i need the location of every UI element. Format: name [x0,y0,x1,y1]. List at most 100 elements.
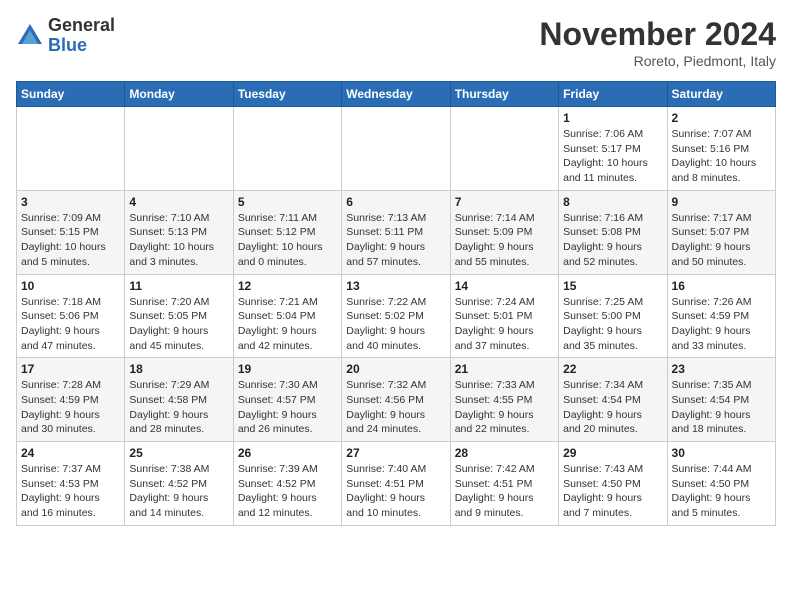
day-number: 14 [455,279,554,293]
week-row-3: 10 Sunrise: 7:18 AM Sunset: 5:06 PM Dayli… [17,274,776,358]
day-number: 29 [563,446,662,460]
day-number: 16 [672,279,771,293]
day-info: Sunrise: 7:39 AM Sunset: 4:52 PM Dayligh… [238,462,337,521]
day-number: 20 [346,362,445,376]
day-info: Sunrise: 7:30 AM Sunset: 4:57 PM Dayligh… [238,378,337,437]
day-cell: 21Sunrise: 7:33 AM Sunset: 4:55 PM Dayli… [450,358,558,442]
day-number: 18 [129,362,228,376]
day-cell: 22Sunrise: 7:34 AM Sunset: 4:54 PM Dayli… [559,358,667,442]
day-info: Sunrise: 7:38 AM Sunset: 4:52 PM Dayligh… [129,462,228,521]
day-number: 8 [563,195,662,209]
day-info: Sunrise: 7:34 AM Sunset: 4:54 PM Dayligh… [563,378,662,437]
day-info: Sunrise: 7:18 AM Sunset: 5:06 PM Dayligh… [21,295,120,354]
day-cell: 3 Sunrise: 7:09 AM Sunset: 5:15 PM Daylig… [17,190,125,274]
day-cell: 30 Sunrise: 7:44 AM Sunset: 4:50 PM Dayli… [667,442,775,526]
day-cell: 6 Sunrise: 7:13 AM Sunset: 5:11 PM Daylig… [342,190,450,274]
day-info: Sunrise: 7:16 AM Sunset: 5:08 PM Dayligh… [563,211,662,270]
day-cell: 25 Sunrise: 7:38 AM Sunset: 4:52 PM Dayli… [125,442,233,526]
day-info: Sunrise: 7:44 AM Sunset: 4:50 PM Dayligh… [672,462,771,521]
day-number: 7 [455,195,554,209]
weekday-header-friday: Friday [559,82,667,107]
day-cell: 4 Sunrise: 7:10 AM Sunset: 5:13 PM Daylig… [125,190,233,274]
day-cell: 26 Sunrise: 7:39 AM Sunset: 4:52 PM Dayli… [233,442,341,526]
logo: General Blue [16,16,115,56]
day-info: Sunrise: 7:13 AM Sunset: 5:11 PM Dayligh… [346,211,445,270]
day-cell: 20Sunrise: 7:32 AM Sunset: 4:56 PM Dayli… [342,358,450,442]
weekday-header-wednesday: Wednesday [342,82,450,107]
week-row-4: 17Sunrise: 7:28 AM Sunset: 4:59 PM Dayli… [17,358,776,442]
day-number: 4 [129,195,228,209]
day-info: Sunrise: 7:43 AM Sunset: 4:50 PM Dayligh… [563,462,662,521]
day-number: 13 [346,279,445,293]
weekday-header-saturday: Saturday [667,82,775,107]
day-info: Sunrise: 7:06 AM Sunset: 5:17 PM Dayligh… [563,127,662,186]
day-cell: 16 Sunrise: 7:26 AM Sunset: 4:59 PM Dayli… [667,274,775,358]
day-info: Sunrise: 7:20 AM Sunset: 5:05 PM Dayligh… [129,295,228,354]
day-info: Sunrise: 7:09 AM Sunset: 5:15 PM Dayligh… [21,211,120,270]
week-row-5: 24 Sunrise: 7:37 AM Sunset: 4:53 PM Dayli… [17,442,776,526]
day-info: Sunrise: 7:07 AM Sunset: 5:16 PM Dayligh… [672,127,771,186]
title-block: November 2024 Roreto, Piedmont, Italy [539,16,776,69]
day-info: Sunrise: 7:28 AM Sunset: 4:59 PM Dayligh… [21,378,120,437]
weekday-header-row: SundayMondayTuesdayWednesdayThursdayFrid… [17,82,776,107]
day-number: 6 [346,195,445,209]
day-number: 1 [563,111,662,125]
day-number: 30 [672,446,771,460]
day-info: Sunrise: 7:42 AM Sunset: 4:51 PM Dayligh… [455,462,554,521]
weekday-header-sunday: Sunday [17,82,125,107]
day-info: Sunrise: 7:21 AM Sunset: 5:04 PM Dayligh… [238,295,337,354]
day-number: 28 [455,446,554,460]
weekday-header-monday: Monday [125,82,233,107]
page-header: General Blue November 2024 Roreto, Piedm… [16,16,776,69]
day-cell: 15 Sunrise: 7:25 AM Sunset: 5:00 PM Dayli… [559,274,667,358]
weekday-header-thursday: Thursday [450,82,558,107]
logo-icon [16,22,44,50]
day-number: 23 [672,362,771,376]
day-cell: 8 Sunrise: 7:16 AM Sunset: 5:08 PM Daylig… [559,190,667,274]
week-row-1: 1 Sunrise: 7:06 AM Sunset: 5:17 PM Daylig… [17,107,776,191]
day-info: Sunrise: 7:17 AM Sunset: 5:07 PM Dayligh… [672,211,771,270]
day-number: 21 [455,362,554,376]
day-cell [17,107,125,191]
day-cell: 24 Sunrise: 7:37 AM Sunset: 4:53 PM Dayli… [17,442,125,526]
day-number: 19 [238,362,337,376]
day-number: 5 [238,195,337,209]
day-number: 9 [672,195,771,209]
day-info: Sunrise: 7:35 AM Sunset: 4:54 PM Dayligh… [672,378,771,437]
location: Roreto, Piedmont, Italy [539,53,776,69]
calendar-table: SundayMondayTuesdayWednesdayThursdayFrid… [16,81,776,526]
day-cell: 14 Sunrise: 7:24 AM Sunset: 5:01 PM Dayli… [450,274,558,358]
day-cell: 13Sunrise: 7:22 AM Sunset: 5:02 PM Dayli… [342,274,450,358]
day-number: 12 [238,279,337,293]
day-cell: 2 Sunrise: 7:07 AM Sunset: 5:16 PM Daylig… [667,107,775,191]
day-number: 24 [21,446,120,460]
day-info: Sunrise: 7:14 AM Sunset: 5:09 PM Dayligh… [455,211,554,270]
month-title: November 2024 [539,16,776,53]
day-info: Sunrise: 7:26 AM Sunset: 4:59 PM Dayligh… [672,295,771,354]
day-cell [233,107,341,191]
day-info: Sunrise: 7:37 AM Sunset: 4:53 PM Dayligh… [21,462,120,521]
day-info: Sunrise: 7:25 AM Sunset: 5:00 PM Dayligh… [563,295,662,354]
day-info: Sunrise: 7:29 AM Sunset: 4:58 PM Dayligh… [129,378,228,437]
day-info: Sunrise: 7:11 AM Sunset: 5:12 PM Dayligh… [238,211,337,270]
day-number: 3 [21,195,120,209]
day-number: 15 [563,279,662,293]
day-number: 26 [238,446,337,460]
day-cell: 5 Sunrise: 7:11 AM Sunset: 5:12 PM Daylig… [233,190,341,274]
day-cell: 17Sunrise: 7:28 AM Sunset: 4:59 PM Dayli… [17,358,125,442]
day-number: 10 [21,279,120,293]
day-number: 27 [346,446,445,460]
day-cell: 9 Sunrise: 7:17 AM Sunset: 5:07 PM Daylig… [667,190,775,274]
day-cell: 27Sunrise: 7:40 AM Sunset: 4:51 PM Dayli… [342,442,450,526]
day-number: 2 [672,111,771,125]
day-cell [125,107,233,191]
day-number: 11 [129,279,228,293]
logo-text: General Blue [48,16,115,56]
day-cell: 23 Sunrise: 7:35 AM Sunset: 4:54 PM Dayli… [667,358,775,442]
day-cell: 18 Sunrise: 7:29 AM Sunset: 4:58 PM Dayli… [125,358,233,442]
day-info: Sunrise: 7:10 AM Sunset: 5:13 PM Dayligh… [129,211,228,270]
day-cell: 7 Sunrise: 7:14 AM Sunset: 5:09 PM Daylig… [450,190,558,274]
day-cell: 29 Sunrise: 7:43 AM Sunset: 4:50 PM Dayli… [559,442,667,526]
day-number: 25 [129,446,228,460]
day-info: Sunrise: 7:24 AM Sunset: 5:01 PM Dayligh… [455,295,554,354]
